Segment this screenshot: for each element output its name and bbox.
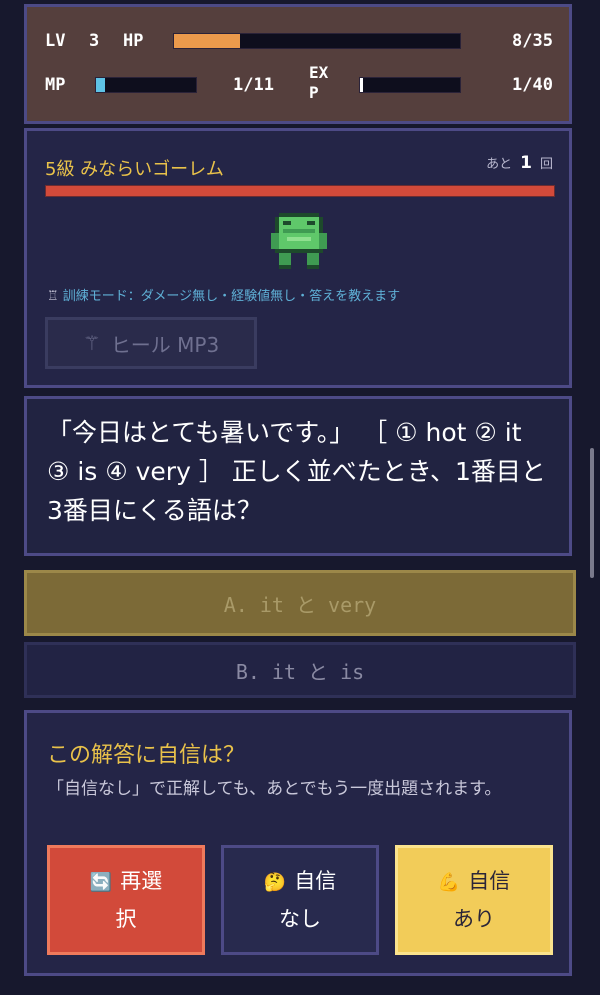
- not-confident-line2: なし: [279, 907, 321, 931]
- hp-bar-fill: [174, 34, 240, 48]
- reselect-line1: 🔄 再選: [89, 869, 163, 893]
- turns-value: 1: [520, 153, 532, 173]
- flexed-bicep-icon: 💪: [437, 872, 461, 893]
- turns-remaining: あと 1 回: [486, 153, 553, 173]
- exp-value: 1/40: [512, 75, 553, 95]
- level-label: LV: [45, 31, 66, 51]
- mp-bar: [95, 77, 197, 93]
- reselect-button[interactable]: 🔄 再選 択: [47, 845, 205, 955]
- question-panel: 「今日はとても暑いです。」 ［ ① hot ② it ③ is ④ very ］…: [24, 396, 572, 556]
- enemy-hp-bar: [45, 185, 555, 197]
- level-value: 3: [89, 31, 100, 51]
- confidence-note: 「自信なし」で正解しても、あとでもう一度出題されます。: [47, 779, 502, 799]
- enemy-name: 5級 みならいゴーレム: [45, 159, 224, 180]
- confident-line1: 💪 自信: [437, 869, 511, 893]
- exp-bar-fill: [360, 78, 363, 92]
- not-confident-button[interactable]: 🤔 自信 なし: [221, 845, 379, 955]
- refresh-icon: 🔄: [89, 872, 113, 893]
- tower-icon: ♖: [47, 289, 59, 304]
- thinking-face-icon: 🤔: [263, 872, 287, 893]
- confidence-panel: この解答に自信は？ 「自信なし」で正解しても、あとでもう一度出題されます。 🔄 再…: [24, 710, 572, 976]
- confident-button[interactable]: 💪 自信 あり: [395, 845, 553, 955]
- exp-label-line1: EX: [309, 63, 329, 82]
- mp-bar-fill: [96, 78, 105, 92]
- answer-option-b[interactable]: B. it と is: [24, 642, 576, 698]
- scrollbar[interactable]: [590, 448, 594, 578]
- training-mode-text: 訓練モード：ダメージ無し・経験値無し・答えを教えます: [62, 289, 401, 304]
- question-text: 「今日はとても暑いです。」 ［ ① hot ② it ③ is ④ very ］…: [47, 418, 546, 525]
- mp-label: MP: [45, 75, 66, 95]
- confidence-title: この解答に自信は？: [47, 743, 246, 768]
- heal-button[interactable]: ⚚ ヒール MP3: [45, 317, 257, 369]
- reselect-line2: 択: [115, 907, 137, 931]
- golem-sprite: [271, 213, 327, 269]
- answer-option-a[interactable]: A. it と very: [24, 570, 576, 636]
- turns-prefix: あと: [486, 157, 513, 172]
- turns-suffix: 回: [539, 157, 553, 172]
- not-confident-line1: 🤔 自信: [263, 869, 337, 893]
- hp-bar: [173, 33, 461, 49]
- status-panel: LV 3 HP 8/35 MP 1/11 EX P 1/40: [24, 4, 572, 124]
- heal-button-label: ヒール MP3: [110, 332, 220, 357]
- hp-label: HP: [123, 31, 144, 51]
- exp-label-line2: P: [309, 83, 319, 102]
- hp-value: 8/35: [512, 31, 553, 51]
- training-mode-notice: ♖ 訓練モード：ダメージ無し・経験値無し・答えを教えます: [47, 285, 400, 304]
- exp-bar: [359, 77, 461, 93]
- confident-line2: あり: [453, 907, 495, 931]
- mp-value: 1/11: [233, 75, 274, 95]
- wand-icon: ⚚: [82, 331, 101, 355]
- enemy-panel: 5級 みならいゴーレム あと 1 回 ♖ 訓練モード：ダメージ無し・経験値無し・答え…: [24, 128, 572, 388]
